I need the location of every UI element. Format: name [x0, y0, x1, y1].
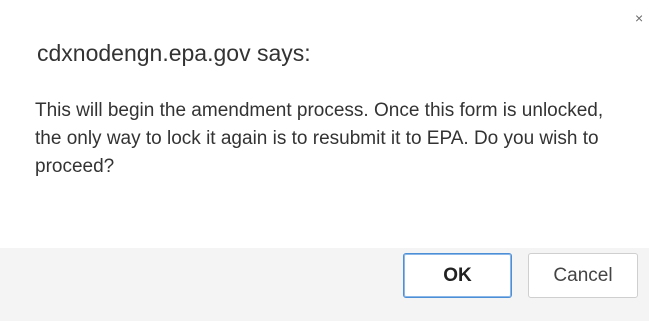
- confirm-dialog: × cdxnodengn.epa.gov says: This will beg…: [0, 0, 649, 321]
- ok-button[interactable]: OK: [403, 253, 512, 298]
- cancel-button[interactable]: Cancel: [528, 253, 638, 298]
- close-icon[interactable]: ×: [635, 11, 645, 25]
- dialog-title: cdxnodengn.epa.gov says:: [37, 40, 311, 66]
- dialog-message: This will begin the amendment process. O…: [35, 100, 604, 177]
